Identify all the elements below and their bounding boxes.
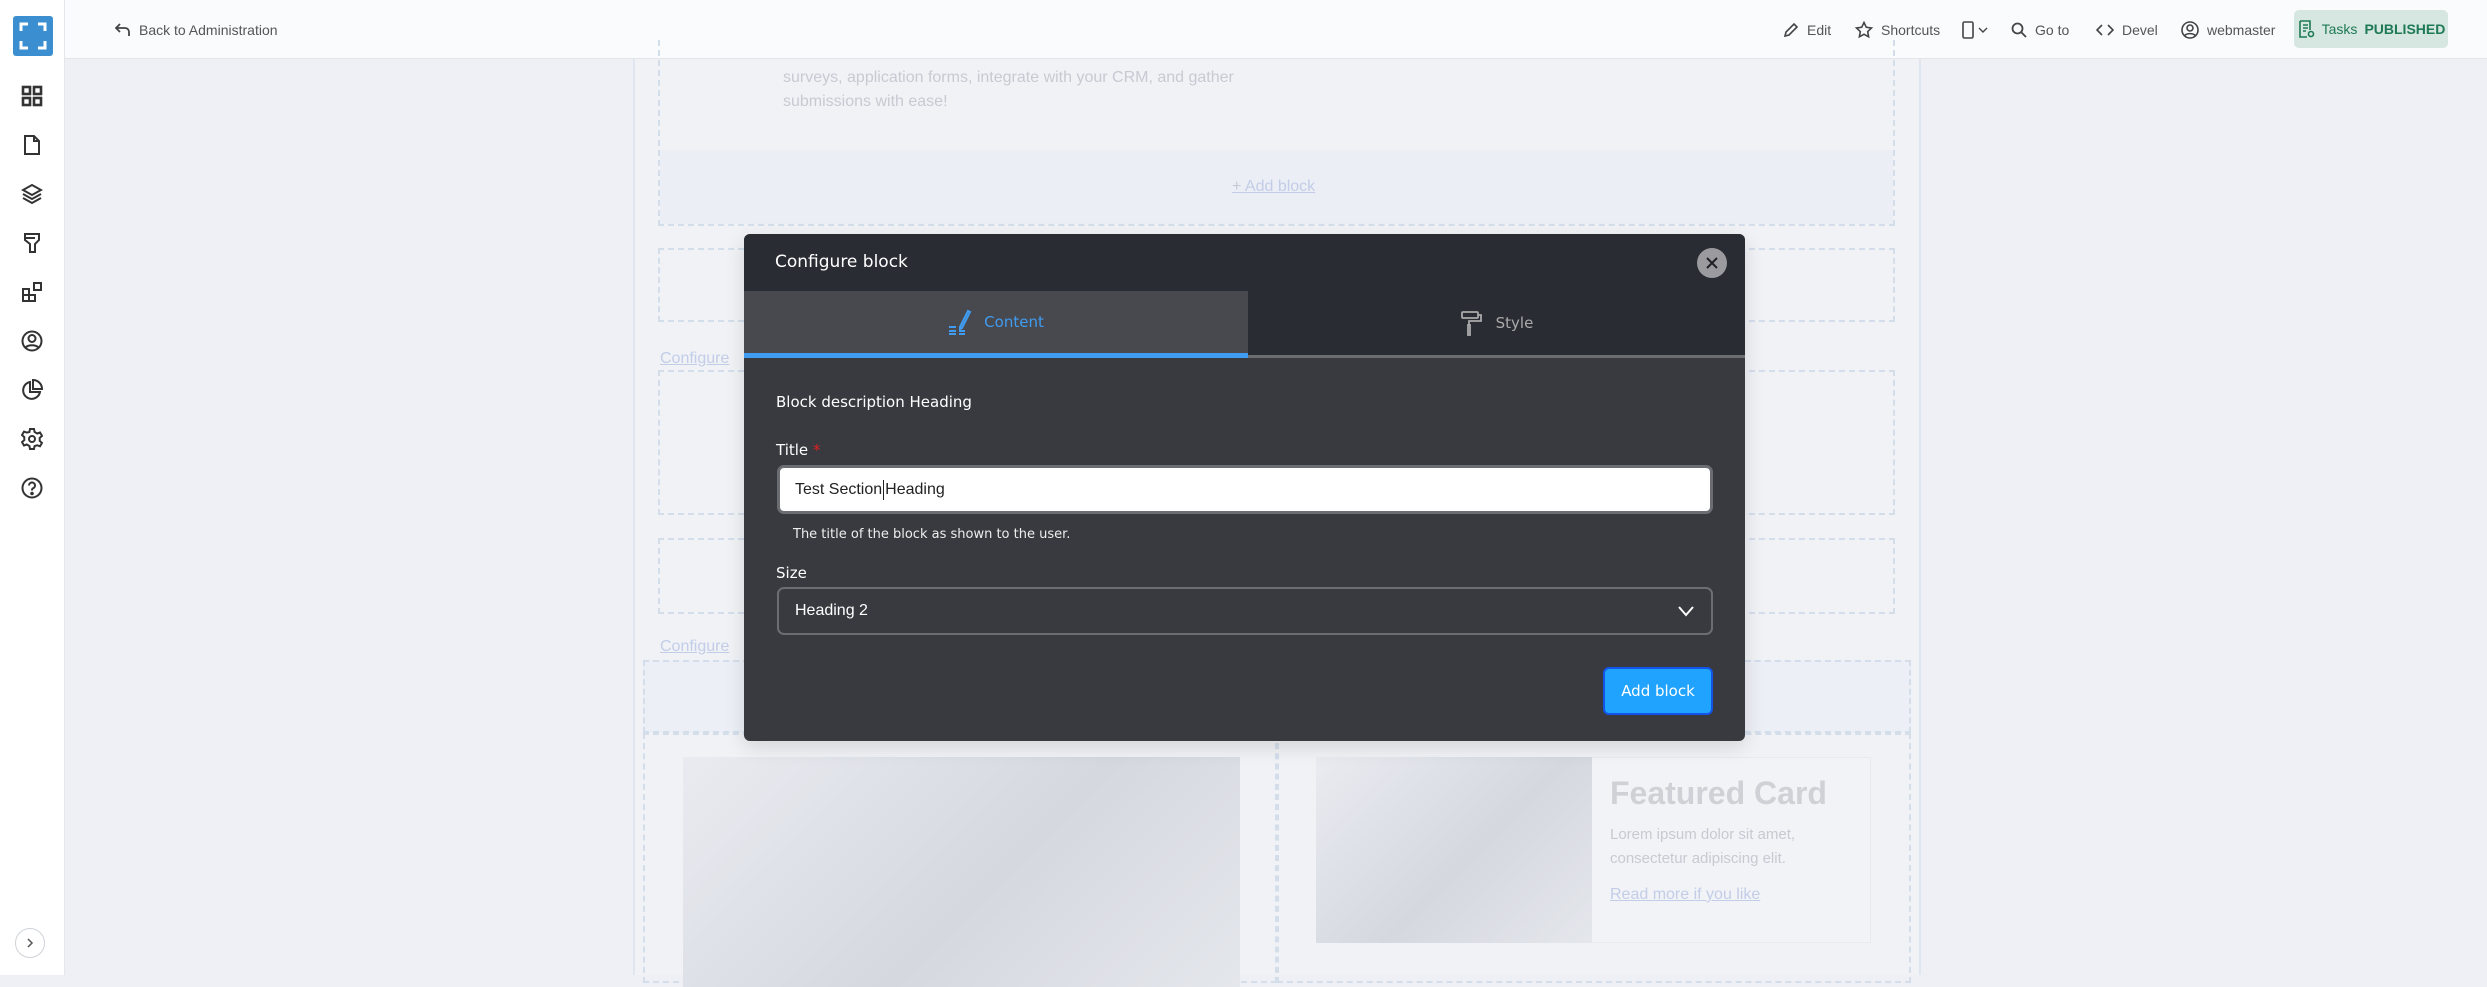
block-description: Block description Heading: [776, 393, 972, 411]
star-icon: [1855, 20, 1873, 38]
text-caret: [883, 479, 885, 500]
tab-content[interactable]: Content: [744, 291, 1248, 358]
title-label: Title *: [776, 441, 820, 459]
publish-status-badge: PUBLISHED: [2364, 21, 2446, 37]
tasks-button[interactable]: Tasks PUBLISHED: [2294, 10, 2448, 48]
shortcuts-label: Shortcuts: [1881, 21, 1941, 38]
close-button[interactable]: [1697, 248, 1727, 278]
logo[interactable]: [13, 16, 53, 56]
title-value-part: Test Section: [795, 480, 883, 498]
card-image: [1316, 757, 1592, 943]
extend-icon[interactable]: [18, 278, 46, 306]
paint-roller-icon: [1460, 311, 1482, 336]
required-marker: *: [812, 441, 821, 459]
close-icon: [1706, 257, 1718, 269]
appearance-icon[interactable]: [18, 229, 46, 257]
goto-button[interactable]: Go to: [2011, 0, 2069, 59]
content-icon[interactable]: [18, 131, 46, 159]
chevron-down-icon: [1678, 606, 1694, 617]
add-block-button[interactable]: Add block: [1603, 667, 1713, 715]
config-icon[interactable]: [18, 425, 46, 453]
intro-line: submissions with ease!: [783, 93, 948, 110]
dialog-header: Configure block: [744, 234, 1745, 291]
title-help-text: The title of the block as shown to the u…: [793, 527, 1071, 542]
team-photo: [683, 757, 1240, 987]
help-icon[interactable]: [18, 474, 46, 502]
goto-label: Go to: [2035, 21, 2070, 38]
user-menu[interactable]: webmaster: [2181, 0, 2275, 59]
tab-style[interactable]: Style: [1248, 291, 1745, 358]
add-block-label: Add block: [1244, 178, 1316, 195]
sidebar: [0, 0, 65, 975]
reports-icon[interactable]: [18, 376, 46, 404]
edit-label: Edit: [1807, 21, 1832, 38]
add-block-link[interactable]: + Add block: [1232, 178, 1315, 196]
card-title: Featured Card: [1610, 775, 1827, 811]
title-value-part: Heading: [885, 480, 945, 498]
intro-text: surveys, application forms, integrate wi…: [783, 66, 1234, 114]
back-arrow-icon: [115, 22, 130, 36]
dialog-title: Configure block: [775, 252, 908, 272]
chevron-right-icon: [27, 938, 34, 948]
configure-block-dialog: Configure block Content Style Block desc…: [744, 234, 1745, 741]
user-icon: [2181, 20, 2199, 39]
back-to-administration-link[interactable]: Back to Administration: [115, 0, 278, 59]
content-edit-icon: [949, 309, 972, 335]
search-icon: [2011, 22, 2027, 38]
size-selected-value: Heading 2: [795, 602, 868, 619]
tab-label: Style: [1495, 314, 1534, 332]
mobile-device-icon: [1962, 20, 1974, 39]
pencil-icon: [1783, 22, 1799, 37]
devel-button[interactable]: Devel: [2096, 0, 2158, 59]
back-label: Back to Administration: [139, 21, 278, 38]
tasks-label: Tasks: [2321, 21, 2358, 37]
card-text: Lorem ipsum dolor sit amet, consectetur a…: [1610, 823, 1795, 871]
size-select[interactable]: Heading 2: [777, 587, 1713, 635]
tab-label: Content: [984, 313, 1044, 331]
intro-line: surveys, application forms, integrate wi…: [783, 69, 1234, 86]
size-label: Size: [776, 564, 807, 582]
configure-section-link[interactable]: Configure: [660, 638, 729, 656]
plus-icon: +: [1232, 178, 1245, 195]
chevron-down-icon: [1978, 27, 1988, 33]
title-label-text: Title: [776, 441, 809, 459]
title-input[interactable]: Test Section Heading: [777, 465, 1713, 514]
card-text-line: consectetur adipiscing elit.: [1610, 850, 1786, 867]
username: webmaster: [2207, 21, 2276, 38]
devel-label: Devel: [2122, 21, 2158, 38]
dashboard-icon[interactable]: [18, 82, 46, 110]
card-read-more-link[interactable]: Read more if you like: [1610, 886, 1760, 904]
card-text-line: Lorem ipsum dolor sit amet,: [1610, 826, 1796, 843]
device-preview-dropdown[interactable]: [1962, 0, 1988, 59]
tasks-icon: [2298, 20, 2314, 38]
configure-section-link[interactable]: Configure: [660, 350, 729, 368]
code-icon: [2096, 23, 2114, 36]
people-icon[interactable]: [18, 327, 46, 355]
structure-icon[interactable]: [18, 180, 46, 208]
expand-sidebar-button[interactable]: [15, 928, 45, 958]
